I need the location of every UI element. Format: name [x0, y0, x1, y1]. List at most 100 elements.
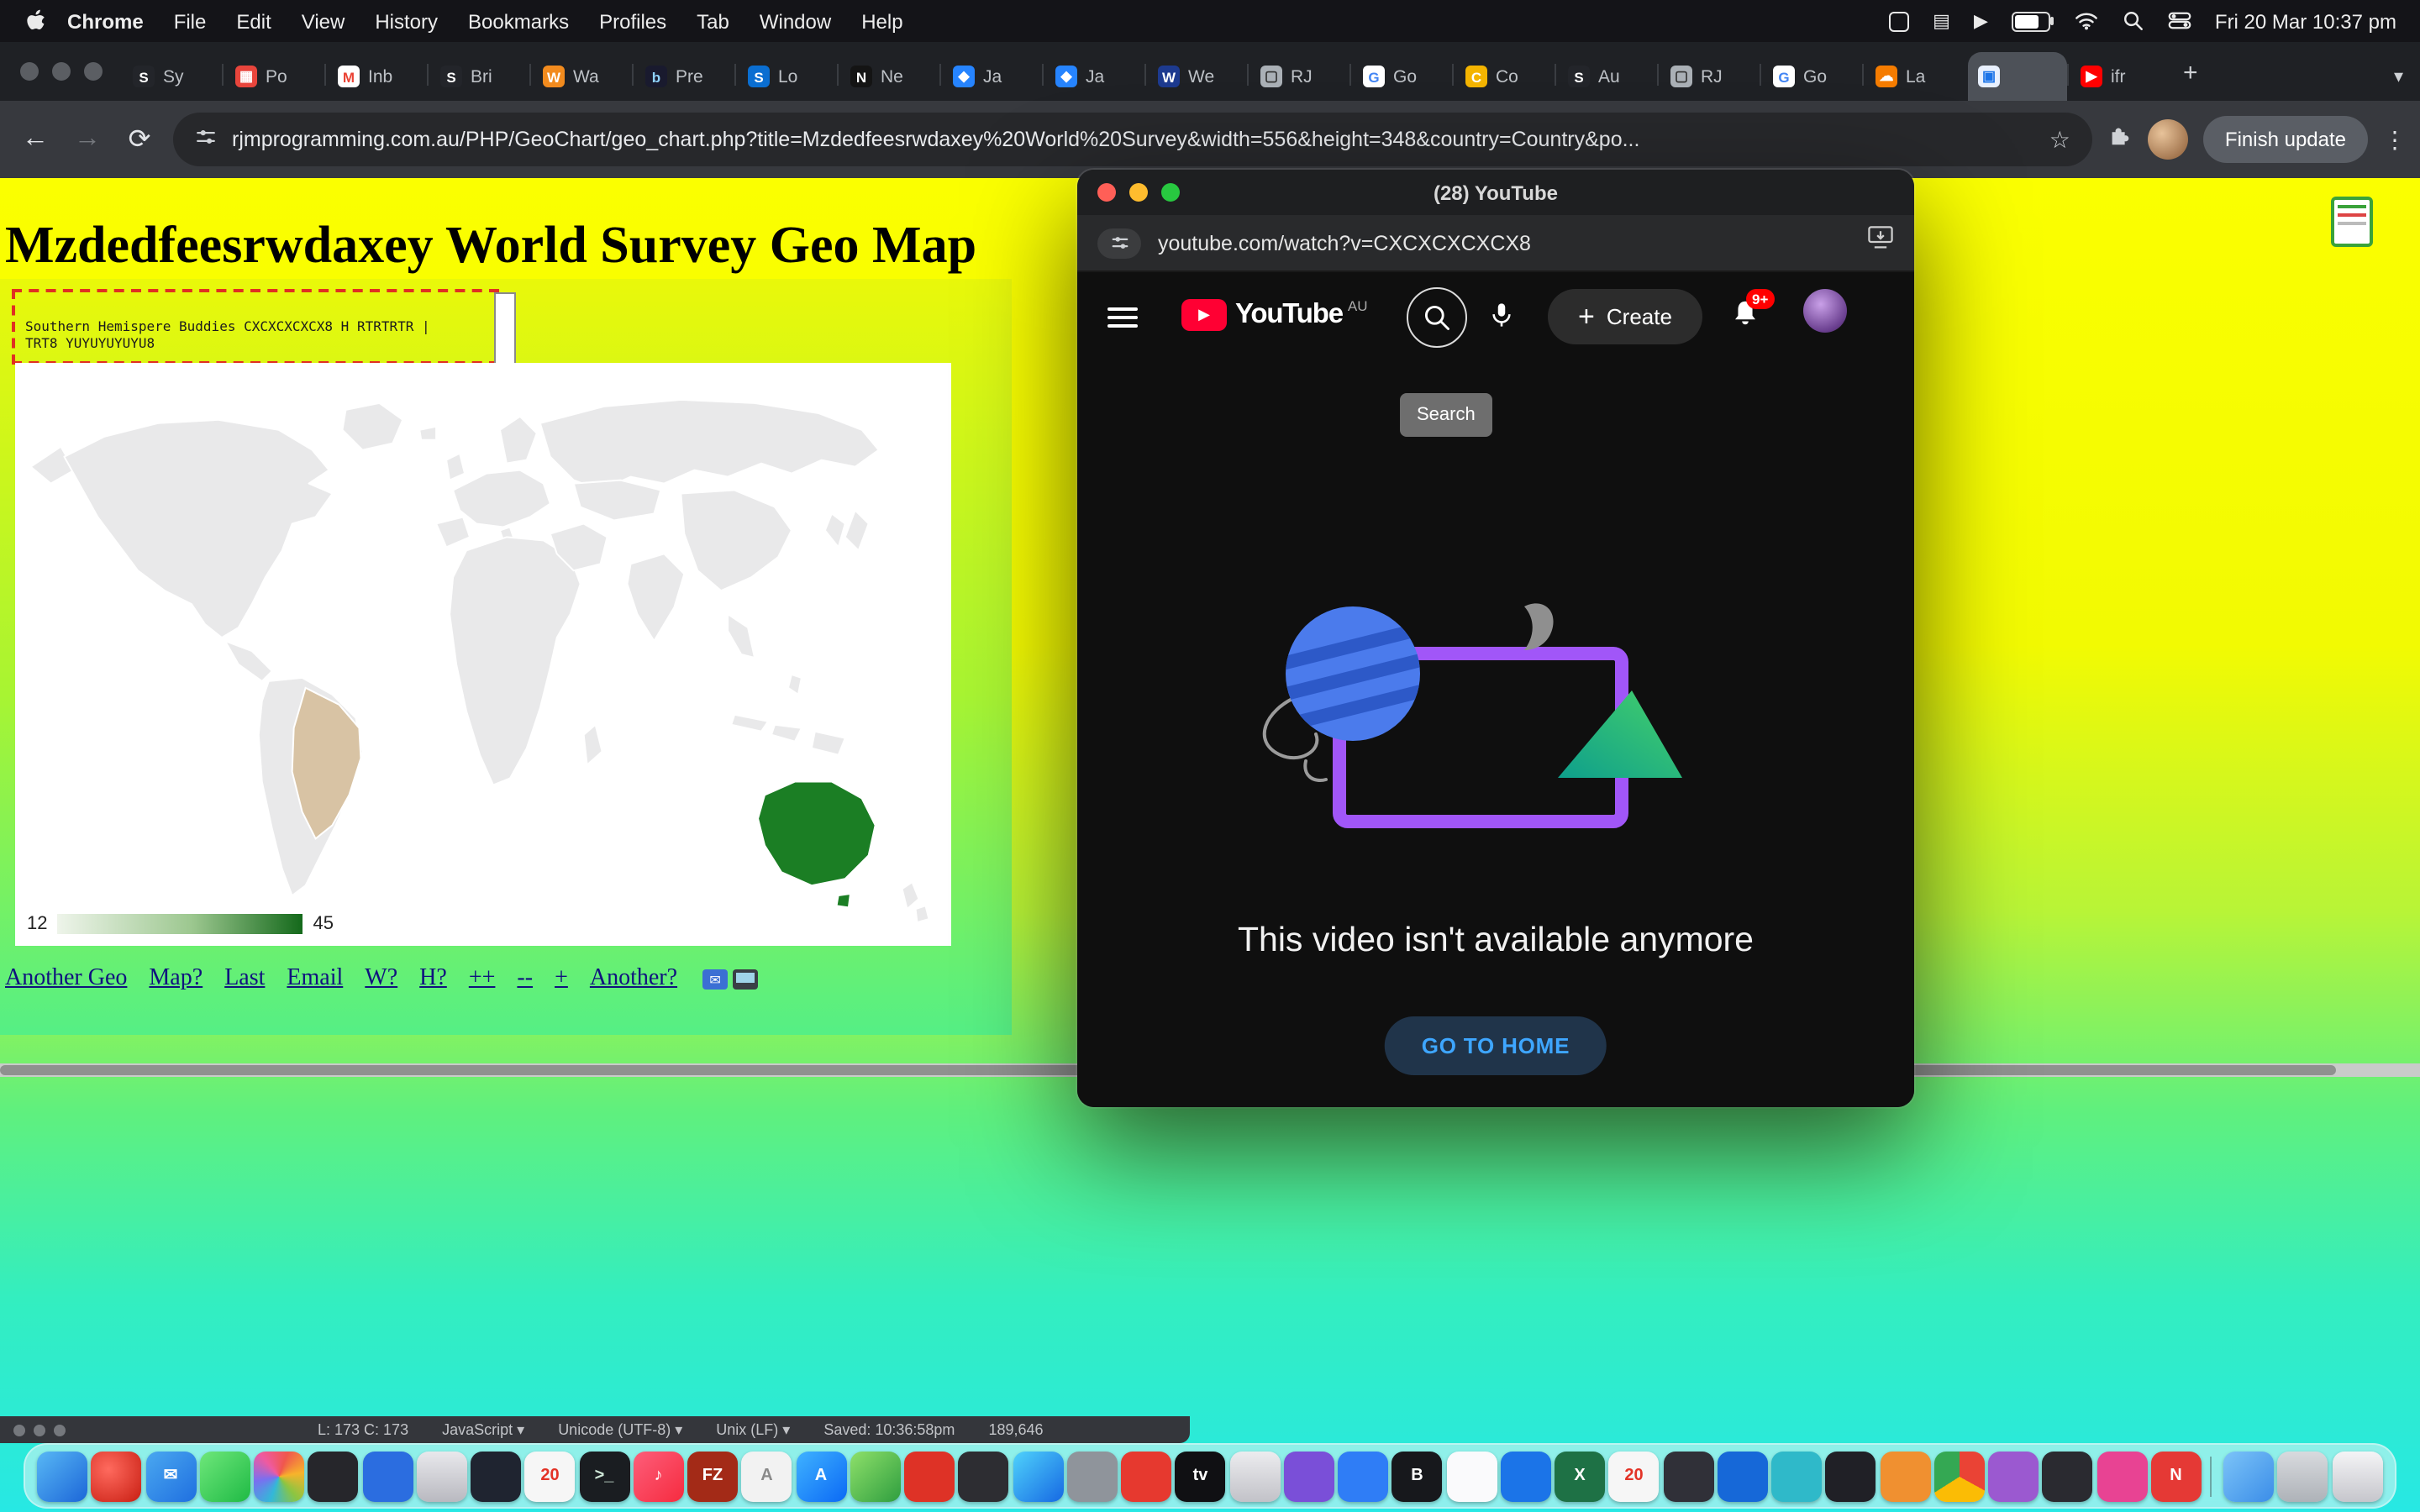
forward-button[interactable]: →: [69, 124, 106, 155]
browser-tab[interactable]: ▶ ifr ✕: [2070, 52, 2170, 101]
browser-tab[interactable]: ◆ Ja ✕: [943, 52, 1042, 101]
page-link[interactable]: Map?: [149, 966, 203, 993]
dock-app-textedit[interactable]: A: [742, 1451, 792, 1501]
dock-app-red-app-1[interactable]: [904, 1451, 955, 1501]
control-center-icon[interactable]: [2168, 13, 2191, 30]
dock-app-tv[interactable]: tv: [1176, 1451, 1226, 1501]
menu-extra-icon[interactable]: [1889, 11, 1909, 31]
dock-app-dark-app-1[interactable]: [308, 1451, 359, 1501]
editor-status-item[interactable]: Saved: 10:36:58pm: [823, 1421, 955, 1438]
save-to-device-icon[interactable]: [1867, 226, 1894, 260]
small-text-input[interactable]: [494, 292, 516, 365]
hamburger-menu-icon[interactable]: [1107, 307, 1138, 328]
dock-app-red-app-2[interactable]: [1121, 1451, 1171, 1501]
tab-search-chevron-icon[interactable]: ▾: [2394, 66, 2403, 87]
browser-tab[interactable]: ▢ RJ ✕: [1660, 52, 1760, 101]
computer-icon[interactable]: [733, 969, 758, 990]
browser-tab[interactable]: G Go ✕: [1763, 52, 1862, 101]
browser-tab[interactable]: ▣ ✕: [1968, 52, 2067, 101]
zoom-window-button[interactable]: [1161, 183, 1180, 202]
editor-status-item[interactable]: JavaScript ▾: [442, 1420, 524, 1439]
browser-menu-icon[interactable]: ⋮: [2383, 125, 2403, 154]
back-button[interactable]: ←: [17, 124, 54, 155]
finish-update-button[interactable]: Finish update: [2203, 116, 2368, 163]
extensions-icon[interactable]: [2107, 123, 2133, 156]
menu-item[interactable]: File: [159, 9, 222, 33]
dock-app-numbers[interactable]: [850, 1451, 901, 1501]
profile-avatar[interactable]: [2148, 119, 2188, 160]
dock-app-filezilla[interactable]: FZ: [687, 1451, 738, 1501]
menu-item[interactable]: Chrome: [52, 9, 159, 33]
editor-window-controls[interactable]: [13, 1424, 66, 1436]
dock-app-dark-app-4[interactable]: [1663, 1451, 1713, 1501]
zoom-window-button[interactable]: [84, 62, 103, 81]
popup-url-text[interactable]: youtube.com/watch?v=CXCXCXCXCX8: [1158, 231, 1850, 255]
dock-app-trash[interactable]: [2332, 1451, 2382, 1501]
editor-status-item[interactable]: Unicode (UTF-8) ▾: [558, 1420, 682, 1439]
browser-tab[interactable]: S Sy ✕: [123, 52, 222, 101]
menu-item[interactable]: View: [287, 9, 360, 33]
bookmark-star-icon[interactable]: ☆: [2049, 125, 2070, 154]
dock-app-messages[interactable]: [200, 1451, 250, 1501]
page-link[interactable]: W?: [365, 966, 397, 993]
browser-tab[interactable]: S Lo ✕: [738, 52, 837, 101]
new-tab-button[interactable]: +: [2173, 59, 2212, 101]
world-map[interactable]: [15, 363, 951, 946]
page-link[interactable]: H?: [419, 966, 447, 993]
page-link[interactable]: Another?: [590, 966, 677, 993]
menubar-clock[interactable]: Fri 20 Mar 10:37 pm: [2215, 9, 2396, 33]
dock-app-documents[interactable]: [2278, 1451, 2328, 1501]
keyboard-grid-icon[interactable]: ▤: [1933, 10, 1950, 32]
dock-app-safari[interactable]: [1013, 1451, 1063, 1501]
dock-app-chrome[interactable]: [1934, 1451, 1985, 1501]
dock-app-white-app[interactable]: [1446, 1451, 1497, 1501]
page-link[interactable]: Another Geo: [5, 966, 127, 993]
dock-app-red-white-app[interactable]: N: [2151, 1451, 2202, 1501]
menu-item[interactable]: Help: [846, 9, 918, 33]
dock-app-teal-app[interactable]: [1771, 1451, 1822, 1501]
browser-tab[interactable]: ◆ Ja ✕: [1045, 52, 1144, 101]
voice-search-icon[interactable]: [1487, 301, 1516, 338]
close-window-button[interactable]: [1097, 183, 1116, 202]
site-settings-icon[interactable]: [195, 126, 217, 153]
page-link[interactable]: +: [555, 966, 568, 993]
editor-status-item[interactable]: Unix (LF) ▾: [716, 1420, 790, 1439]
create-button[interactable]: + Create: [1548, 289, 1702, 344]
dock-app-silver-app-1[interactable]: [417, 1451, 467, 1501]
browser-tab[interactable]: S Bri ✕: [430, 52, 529, 101]
email-icon[interactable]: ✉: [702, 969, 728, 990]
dock-app-calendar[interactable]: 20: [525, 1451, 576, 1501]
dock-app-dark-app-6[interactable]: [2043, 1451, 2093, 1501]
page-link[interactable]: Email: [287, 966, 343, 993]
dock-app-gray-app[interactable]: [1067, 1451, 1118, 1501]
dock-app-blue-app-1[interactable]: [362, 1451, 413, 1501]
play-icon[interactable]: ▶: [1974, 10, 1988, 32]
dock-app-mail[interactable]: ✉: [145, 1451, 196, 1501]
page-corner-widget[interactable]: [2331, 197, 2373, 247]
dock-app-music[interactable]: ♪: [634, 1451, 684, 1501]
close-window-button[interactable]: [20, 62, 39, 81]
menu-item[interactable]: Edit: [221, 9, 286, 33]
wifi-icon[interactable]: [2074, 12, 2099, 30]
browser-tab[interactable]: ☁ La ✕: [1865, 52, 1965, 101]
browser-tab[interactable]: S Au ✕: [1558, 52, 1657, 101]
address-bar[interactable]: rjmprogramming.com.au/PHP/GeoChart/geo_c…: [173, 113, 2092, 166]
popup-title-bar[interactable]: (28) YouTube: [1077, 170, 1914, 215]
notifications-bell-icon[interactable]: 9+: [1729, 297, 1761, 338]
reload-button[interactable]: ⟳: [121, 123, 158, 156]
dock-app-blue-app-3[interactable]: [1501, 1451, 1551, 1501]
page-link[interactable]: ++: [469, 966, 496, 993]
browser-tab[interactable]: b Pre ✕: [635, 52, 734, 101]
minimize-window-button[interactable]: [1129, 183, 1148, 202]
dock-app-purple-app-1[interactable]: [1284, 1451, 1334, 1501]
dock-app-downloads[interactable]: [2223, 1451, 2274, 1501]
site-settings-icon[interactable]: [1097, 228, 1141, 258]
go-to-home-button[interactable]: GO TO HOME: [1385, 1016, 1607, 1075]
menu-item[interactable]: Window: [744, 9, 846, 33]
dock-app-photos[interactable]: [254, 1451, 304, 1501]
popup-url-bar[interactable]: youtube.com/watch?v=CXCXCXCXCX8: [1077, 215, 1914, 272]
dock-app-orange-app[interactable]: [1880, 1451, 1930, 1501]
search-icon[interactable]: [1407, 287, 1467, 348]
dock-app-dark-app-3[interactable]: [959, 1451, 1009, 1501]
browser-tab[interactable]: M Inb ✕: [328, 52, 427, 101]
